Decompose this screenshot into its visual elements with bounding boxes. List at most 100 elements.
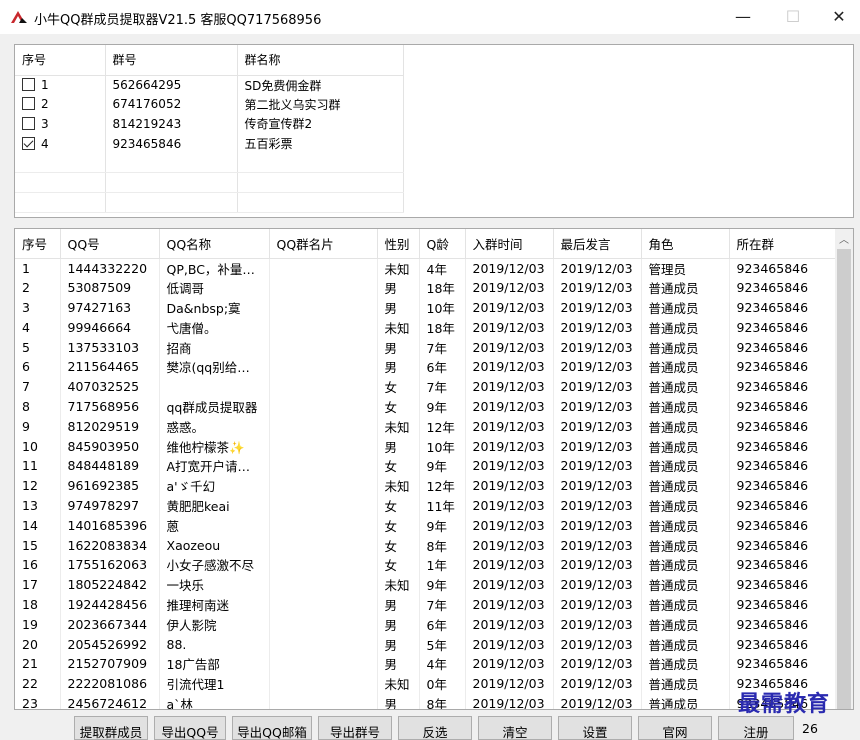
col-header-qq-age[interactable]: Q龄 <box>419 229 466 259</box>
cell-qq-number: 2456724612 <box>60 693 160 709</box>
group-row-index[interactable]: 1 <box>15 75 106 95</box>
cell-role: 普通成员 <box>641 337 730 357</box>
col-header-group[interactable]: 所在群 <box>729 229 836 259</box>
member-row[interactable]: 10 845903950 维他柠檬茶✨ 男 10年 2019/12/03 2019/12/0… <box>15 436 836 456</box>
group-row-name: SD免费佣金群 <box>237 75 404 95</box>
cell-index: 4 <box>15 317 61 338</box>
member-row[interactable]: 23 2456724612 a`林男 8年 2019/12/03 2019/12/03 普通… <box>15 693 836 709</box>
cell-qq-age: 8年 <box>419 535 466 555</box>
member-row[interactable]: 16 1755162063 小女子感激不尽女 1年 2019/12/03 2019/12/… <box>15 554 836 575</box>
member-row[interactable]: 7 407032525 女 7年 2019/12/03 2019/12/03 普通成员 923… <box>15 376 836 397</box>
member-row[interactable]: 4 99946664 弋唐僧。 未知 18年 2019/12/03 2019/12/03 普通… <box>15 317 836 338</box>
cell-group: 923465846 <box>729 515 836 536</box>
scroll-up-arrow-icon[interactable]: ︿ <box>835 231 853 247</box>
cell-gender: 女 <box>377 535 420 555</box>
export-group-button[interactable]: 导出群号 <box>318 716 392 740</box>
member-row[interactable]: 21 2152707909 18广告部男 4年 2019/12/03 2019/12/03… <box>15 653 836 674</box>
col-header-join-time[interactable]: 入群时间 <box>465 229 554 259</box>
member-row[interactable]: 18 1924428456 推理柯南迷男 7年 2019/12/03 2019/12/03… <box>15 594 836 615</box>
clear-button[interactable]: 清空 <box>478 716 552 740</box>
invert-selection-button[interactable]: 反选 <box>398 716 472 740</box>
col-header-role[interactable]: 角色 <box>641 229 730 259</box>
col-header-group-number[interactable]: 群号 <box>105 45 238 76</box>
cell-qq-age: 6年 <box>419 614 466 635</box>
member-row[interactable]: 17 1805224842 一块乐 未知 9年 2019/12/03 2019/12/03 普… <box>15 574 836 595</box>
cell-index: 16 <box>15 554 61 575</box>
cell-role: 普通成员 <box>641 535 730 555</box>
col-header-index[interactable]: 序号 <box>15 45 106 76</box>
group-row[interactable]: 2 674176052 第二批义乌实习群 <box>15 94 404 115</box>
close-button[interactable]: ✕ <box>816 0 860 32</box>
col-header-qq-name[interactable]: QQ名称 <box>159 229 270 259</box>
member-row[interactable]: 6 211564465 樊凉(qq别给… 男 6年 2019/12/03 2019/12/0… <box>15 356 836 377</box>
group-row-empty <box>15 153 404 174</box>
cell-qq-name: Xaozeou <box>159 535 270 555</box>
group-row-number: 674176052 <box>105 94 238 115</box>
cell-role: 普通成员 <box>641 277 730 298</box>
group-row-checkbox[interactable] <box>22 136 35 150</box>
cell-qq-age: 4年 <box>419 653 466 674</box>
member-row[interactable]: 5 137533103 招商男 7年 2019/12/03 2019/12/03 普通成员 9… <box>15 337 836 357</box>
title-bar: 小牛QQ群成员提取器V21.5 客服QQ717568956 — ☐ ✕ <box>0 0 860 34</box>
cell-last-speak: 2019/12/03 <box>553 693 642 709</box>
member-row[interactable]: 11 848448189 A打宽开户请… 女 9年 2019/12/03 2019/12/0… <box>15 455 836 476</box>
cell-qq-number: 845903950 <box>60 436 160 456</box>
member-row[interactable]: 2 53087509 低调哥男 18年 2019/12/03 2019/12/03 普通成员… <box>15 277 836 298</box>
cell-role: 管理员 <box>641 258 730 278</box>
group-row[interactable]: 4 923465846 五百彩票 <box>15 133 404 154</box>
export-qq-button[interactable]: 导出QQ号 <box>154 716 226 740</box>
member-row[interactable]: 20 2054526992 88. 男 5年 2019/12/03 2019/12/03 普通… <box>15 634 836 654</box>
cell-group: 923465846 <box>729 495 836 516</box>
col-header-group-card[interactable]: QQ群名片 <box>269 229 378 259</box>
member-row[interactable]: 12 961692385 a'ゞ千幻 未知 12年 2019/12/03 2019/12/0… <box>15 475 836 496</box>
group-row-checkbox[interactable] <box>22 116 35 130</box>
group-row-checkbox[interactable] <box>22 78 35 92</box>
col-header-group-name[interactable]: 群名称 <box>237 45 404 76</box>
website-button[interactable]: 官网 <box>638 716 712 740</box>
cell-gender: 男 <box>377 356 420 377</box>
maximize-button[interactable]: ☐ <box>770 0 816 32</box>
register-button[interactable]: 注册 <box>718 716 794 740</box>
cell-qq-age: 0年 <box>419 673 466 694</box>
cell-qq-number: 1755162063 <box>60 554 160 575</box>
member-row[interactable]: 15 1622083834 Xaozeou 女 8年 2019/12/03 2019/12/… <box>15 535 836 555</box>
member-row[interactable]: 13 974978297 黄肥肥keai 女 11年 2019/12/03 2019/12/… <box>15 495 836 516</box>
scroll-thumb[interactable] <box>837 249 851 709</box>
extract-members-button[interactable]: 提取群成员 <box>74 716 148 740</box>
member-row[interactable]: 1 1444332220 QP,BC，补量… 未知 4年 2019/12/03 2019/1… <box>15 258 836 278</box>
member-row[interactable]: 8 717568956 qq群成员提取器女 9年 2019/12/03 2019/12/0… <box>15 396 836 417</box>
col-header-index[interactable]: 序号 <box>15 229 61 259</box>
member-row[interactable]: 19 2023667344 伊人影院男 6年 2019/12/03 2019/12/03 普… <box>15 614 836 635</box>
member-row[interactable]: 9 812029519 惑惑。 未知 12年 2019/12/03 2019/12/03 普通… <box>15 416 836 437</box>
empty-cell <box>15 192 106 213</box>
cell-group-card <box>269 693 378 709</box>
member-row[interactable]: 22 2222081086 引流代理1 未知 0年 2019/12/03 2019/12/0… <box>15 673 836 694</box>
member-row[interactable]: 3 97427163 Da&nbsp;寞男 10年 2019/12/03 2019/12/… <box>15 297 836 318</box>
minimize-button[interactable]: — <box>720 0 766 32</box>
vertical-scrollbar[interactable]: ︿ <box>835 229 853 709</box>
group-row[interactable]: 3 814219243 传奇宣传群2 <box>15 114 404 134</box>
col-header-gender[interactable]: 性别 <box>377 229 420 259</box>
cell-role: 普通成员 <box>641 693 730 709</box>
cell-index: 9 <box>15 416 61 437</box>
cell-group-card <box>269 455 378 476</box>
group-row-index[interactable]: 4 <box>15 133 106 154</box>
cell-group: 923465846 <box>729 277 836 298</box>
group-row-index[interactable]: 3 <box>15 114 106 134</box>
col-header-last-speak[interactable]: 最后发言 <box>553 229 642 259</box>
cell-group-card <box>269 356 378 377</box>
cell-index: 23 <box>15 693 61 709</box>
group-row-index-label: 4 <box>41 136 49 151</box>
cell-join-time: 2019/12/03 <box>465 337 554 357</box>
member-row[interactable]: 14 1401685396 蒽女 9年 2019/12/03 2019/12/03 普通成员… <box>15 515 836 536</box>
cell-qq-number: 1444332220 <box>60 258 160 278</box>
settings-button[interactable]: 设置 <box>558 716 632 740</box>
col-header-qq-number[interactable]: QQ号 <box>60 229 160 259</box>
empty-cell <box>237 172 404 194</box>
group-row-index[interactable]: 2 <box>15 94 106 115</box>
group-row-checkbox[interactable] <box>22 97 35 111</box>
cell-join-time: 2019/12/03 <box>465 693 554 709</box>
cell-qq-name: 18广告部 <box>159 653 270 674</box>
export-qq-mail-button[interactable]: 导出QQ邮箱 <box>232 716 312 740</box>
group-row[interactable]: 1 562664295 SD免费佣金群 <box>15 75 404 95</box>
